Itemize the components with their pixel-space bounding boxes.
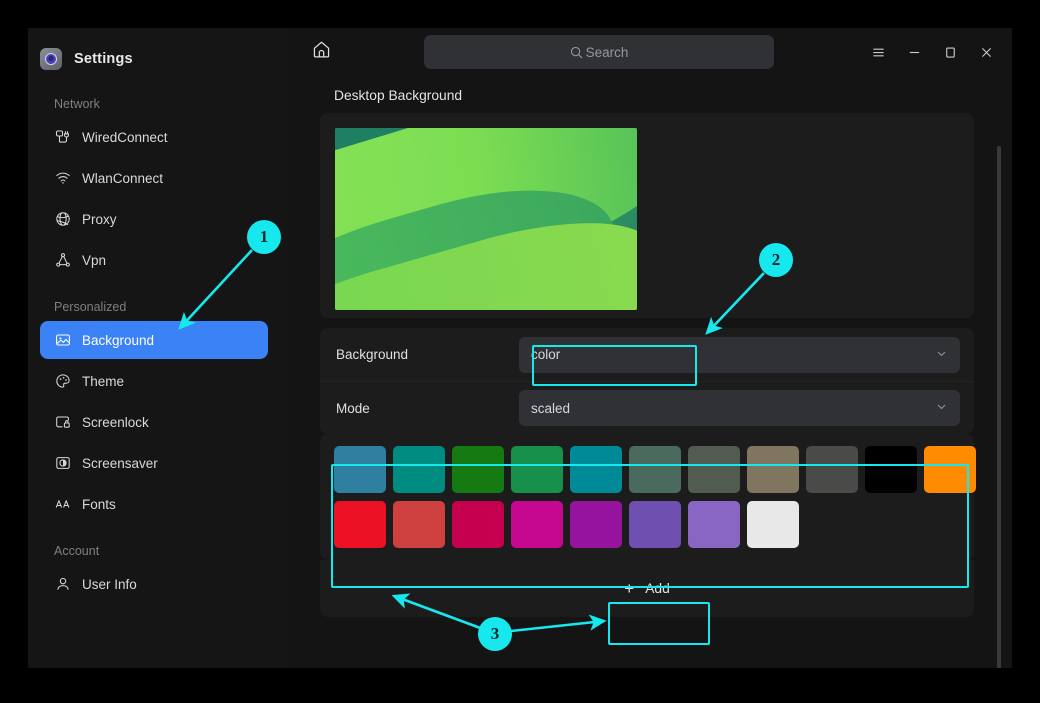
sidebar-item-label: WlanConnect [82, 171, 163, 186]
menu-button[interactable] [862, 37, 894, 67]
background-row-label: Background [336, 347, 519, 362]
app-header: Settings [28, 28, 288, 76]
search-icon [570, 46, 583, 59]
mode-setting-row: Mode scaled [320, 381, 974, 434]
settings-app-logo-icon [40, 48, 62, 70]
home-button[interactable] [306, 37, 336, 67]
sidebar-item-screensaver[interactable]: Screensaver [40, 444, 268, 482]
screenshot-root: Settings Network WiredConnect [0, 0, 1040, 703]
search-container: Search [336, 35, 862, 69]
sidebar-item-screenlock[interactable]: Screenlock [40, 403, 268, 441]
sidebar-item-label: Screensaver [82, 456, 158, 471]
window-controls [862, 37, 1002, 67]
app-title: Settings [74, 51, 133, 67]
sidebar-item-label: Vpn [82, 253, 106, 268]
mode-combo-value: scaled [531, 401, 570, 416]
sidebar-item-proxy[interactable]: Proxy [40, 200, 268, 238]
annotation-badge-1: 1 [247, 220, 281, 254]
annotation-badge-3: 3 [478, 617, 512, 651]
sidebar-item-user-info[interactable]: User Info [40, 565, 268, 603]
mode-combo[interactable]: scaled [519, 390, 960, 426]
sidebar-item-label: Proxy [82, 212, 117, 227]
vpn-icon [54, 252, 71, 269]
sidebar-group-personalized-label: Personalized [28, 299, 288, 315]
home-icon [311, 39, 332, 65]
ethernet-icon [54, 129, 71, 146]
minimize-button[interactable] [898, 37, 930, 67]
sidebar-group-account-label: Account [28, 543, 288, 559]
sidebar-item-label: Fonts [82, 497, 116, 512]
chevron-down-icon [935, 347, 948, 363]
sidebar: Settings Network WiredConnect [28, 28, 288, 668]
sidebar-item-label: User Info [82, 577, 137, 592]
toolbar: Search [288, 28, 1012, 76]
sidebar-item-background[interactable]: Background [40, 321, 268, 359]
highlight-add-button [608, 602, 710, 645]
sidebar-item-label: Theme [82, 374, 124, 389]
chevron-down-icon [935, 400, 948, 416]
sidebar-item-label: WiredConnect [82, 130, 168, 145]
highlight-swatch-grid [331, 464, 969, 588]
fonts-icon [54, 496, 71, 513]
sidebar-item-label: Background [82, 333, 154, 348]
sidebar-item-wiredconnect[interactable]: WiredConnect [40, 118, 268, 156]
image-icon [54, 332, 71, 349]
sidebar-item-vpn[interactable]: Vpn [40, 241, 268, 279]
lock-screen-icon [54, 414, 71, 431]
sidebar-item-label: Screenlock [82, 415, 149, 430]
wifi-icon [54, 170, 71, 187]
user-icon [54, 576, 71, 593]
page-title: Desktop Background [288, 76, 1012, 113]
mode-row-label: Mode [336, 401, 519, 416]
maximize-button[interactable] [934, 37, 966, 67]
sidebar-item-fonts[interactable]: Fonts [40, 485, 268, 523]
sidebar-item-theme[interactable]: Theme [40, 362, 268, 400]
search-placeholder: Search [586, 45, 629, 60]
globe-icon [54, 211, 71, 228]
sidebar-group-network-label: Network [28, 96, 288, 112]
vertical-scrollbar[interactable] [997, 146, 1001, 668]
sidebar-item-wlanconnect[interactable]: WlanConnect [40, 159, 268, 197]
close-button[interactable] [970, 37, 1002, 67]
wallpaper-preview[interactable] [335, 128, 637, 310]
search-input[interactable]: Search [424, 35, 774, 69]
wallpaper-preview-card [320, 113, 974, 318]
contrast-icon [54, 455, 71, 472]
palette-icon [54, 373, 71, 390]
highlight-background-value [532, 345, 697, 386]
annotation-badge-2: 2 [759, 243, 793, 277]
